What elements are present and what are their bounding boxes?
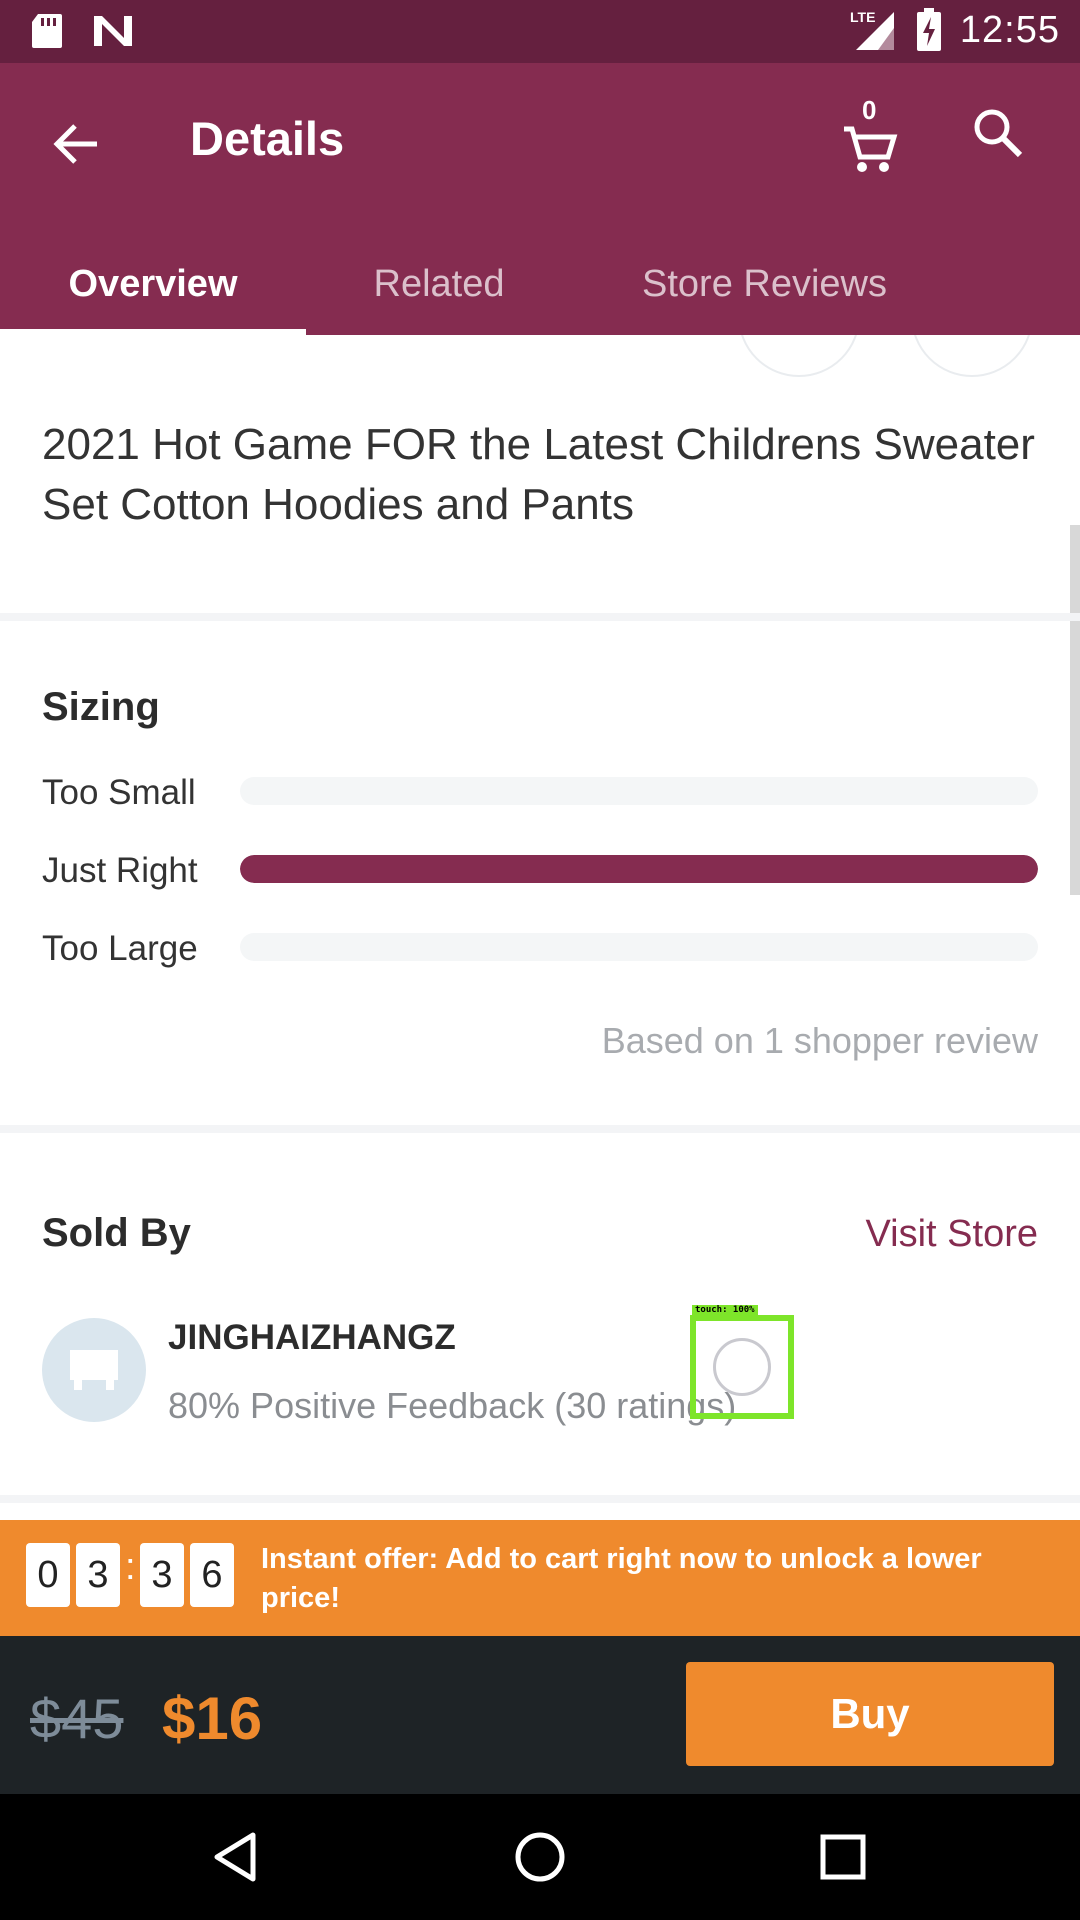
- details-content[interactable]: 2021 Hot Game FOR the Latest Childrens S…: [0, 335, 1080, 1520]
- page-title: Details: [190, 112, 345, 165]
- network-label: LTE: [850, 9, 875, 25]
- scrollbar[interactable]: [1070, 525, 1080, 895]
- app-bar: Details 0 Overview Related Store Reviews: [0, 63, 1080, 335]
- size-bar-just-right: [240, 855, 1038, 883]
- section-divider: [0, 1125, 1080, 1133]
- product-title: 2021 Hot Game FOR the Latest Childrens S…: [42, 420, 1035, 529]
- touch-indicator-label: touch: 100%: [692, 1305, 758, 1315]
- instant-offer-banner[interactable]: 0 3 : 3 6 Instant offer: Add to cart rig…: [0, 1520, 1080, 1636]
- sd-card-icon: [32, 14, 62, 48]
- battery-charging-icon: [916, 8, 941, 51]
- size-bar-too-large: [240, 933, 1038, 961]
- signal-icon: LTE: [850, 9, 894, 50]
- size-label-just-right: Just Right: [42, 851, 198, 890]
- sizing-title: Sizing: [42, 685, 160, 729]
- countdown-digit: 3: [76, 1543, 120, 1607]
- nav-back-button[interactable]: [200, 1822, 270, 1892]
- back-arrow-icon: [53, 124, 97, 164]
- size-label-too-small: Too Small: [42, 773, 196, 812]
- n-notification-icon: [94, 16, 132, 46]
- original-price: $45: [30, 1687, 124, 1750]
- back-button[interactable]: [40, 109, 110, 179]
- tab-overview[interactable]: Overview: [0, 233, 306, 335]
- clock: 12:55: [959, 8, 1060, 51]
- tab-bar: Overview Related Store Reviews: [0, 233, 1080, 335]
- sizing-based-on: Based on 1 shopper review: [601, 1020, 1038, 1061]
- size-label-too-large: Too Large: [42, 929, 198, 968]
- cart-button[interactable]: 0: [832, 95, 912, 179]
- status-bar: LTE 12:55: [0, 0, 1080, 63]
- system-nav-bar: [0, 1794, 1080, 1920]
- image-thumbnail[interactable]: [738, 335, 860, 377]
- tab-related[interactable]: Related: [306, 233, 572, 335]
- sold-by-title: Sold By: [42, 1211, 191, 1255]
- buy-button[interactable]: Buy: [686, 1662, 1054, 1766]
- storefront-icon: [70, 1350, 118, 1390]
- instant-offer-text: Instant offer: Add to cart right now to …: [261, 1543, 982, 1614]
- purchase-bar: $45 $16 Buy: [0, 1636, 1080, 1794]
- nav-home-icon: [515, 1832, 565, 1882]
- store-avatar[interactable]: [42, 1318, 146, 1422]
- touch-ripple: [713, 1338, 771, 1396]
- countdown-digit: 6: [190, 1543, 234, 1607]
- countdown-digit: 0: [26, 1543, 70, 1607]
- section-divider: [0, 613, 1080, 621]
- store-feedback: 80% Positive Feedback (30 ratings): [168, 1385, 737, 1426]
- size-bar-too-small: [240, 777, 1038, 805]
- nav-recents-button[interactable]: [808, 1822, 878, 1892]
- nav-home-button[interactable]: [505, 1822, 575, 1892]
- countdown-separator: :: [125, 1546, 136, 1588]
- section-divider: [0, 1495, 1080, 1503]
- search-icon: [974, 109, 1023, 158]
- store-name[interactable]: JINGHAIZHANGZ: [168, 1318, 456, 1358]
- search-button[interactable]: [970, 105, 1040, 175]
- tab-store-reviews[interactable]: Store Reviews: [572, 233, 957, 335]
- image-thumbnail[interactable]: [911, 335, 1033, 377]
- nav-back-icon: [214, 1832, 256, 1882]
- visit-store-link[interactable]: Visit Store: [866, 1213, 1038, 1256]
- sale-price: $16: [162, 1685, 263, 1752]
- cart-icon: [844, 126, 898, 172]
- nav-recents-icon: [820, 1834, 866, 1880]
- size-bar-fill: [240, 855, 1038, 883]
- countdown-digit: 3: [140, 1543, 184, 1607]
- touch-indicator: [690, 1315, 794, 1419]
